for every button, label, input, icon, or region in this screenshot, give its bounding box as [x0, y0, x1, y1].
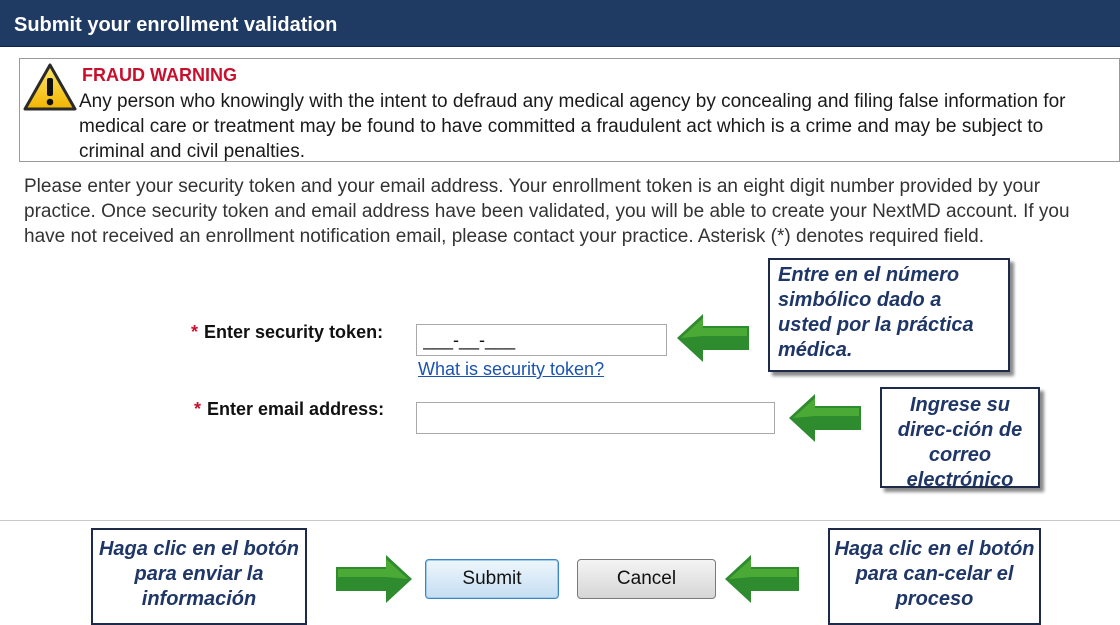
required-asterisk: *: [194, 399, 202, 419]
callout-token-hint: Entre en el número simbólico dado a uste…: [768, 258, 1010, 372]
email-label-text: Enter email address:: [207, 399, 385, 419]
callout-cancel-hint: Haga clic en el botón para can-celar el …: [828, 528, 1041, 625]
arrow-left-icon: [789, 394, 861, 442]
cancel-button[interactable]: Cancel: [577, 559, 716, 599]
arrow-right-icon: [336, 555, 412, 603]
warning-title: FRAUD WARNING: [82, 65, 237, 85]
security-token-label: * Enter security token:: [191, 322, 383, 343]
warning-triangle-icon: [23, 63, 77, 111]
callout-email-hint: Ingrese su direc-ción de correo electrón…: [880, 387, 1040, 491]
instructions-text: Please enter your security token and you…: [24, 176, 1070, 247]
required-asterisk: *: [191, 322, 199, 342]
security-token-input[interactable]: [416, 324, 667, 356]
submit-button[interactable]: Submit: [425, 559, 559, 599]
page-title: Submit your enrollment validation: [0, 0, 1120, 47]
email-input[interactable]: [416, 402, 775, 434]
arrow-left-icon: [725, 555, 799, 603]
security-token-help-link[interactable]: What is security token?: [418, 359, 604, 380]
callout-submit-hint: Haga clic en el botón para enviar la inf…: [91, 528, 307, 625]
arrow-left-icon: [677, 314, 749, 362]
section-divider: [0, 520, 1120, 521]
warning-text: Any person who knowingly with the intent…: [79, 91, 1066, 162]
fraud-warning-box: FRAUD WARNING Any person who knowingly w…: [19, 58, 1120, 162]
security-token-label-text: Enter security token:: [204, 322, 384, 342]
email-label: * Enter email address:: [194, 399, 384, 420]
